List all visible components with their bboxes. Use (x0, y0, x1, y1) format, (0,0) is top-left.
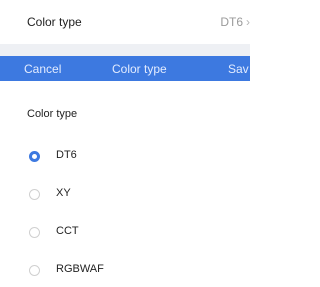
option-dt6[interactable]: DT6 (0, 143, 250, 173)
cancel-button[interactable]: Cancel (24, 62, 61, 76)
radio-unselected-icon[interactable] (29, 189, 40, 200)
section-separator (0, 44, 250, 56)
radio-selected-icon[interactable] (29, 151, 40, 162)
setting-label: Color type (27, 15, 82, 29)
color-type-setting-row[interactable]: Color type DT6 › (0, 0, 250, 44)
chevron-right-icon: › (246, 15, 250, 29)
save-button[interactable]: Sav (228, 62, 249, 76)
option-cct[interactable]: CCT (0, 219, 250, 249)
option-label: DT6 (56, 149, 77, 161)
picker-title: Color type (112, 62, 167, 76)
picker-toolbar: Cancel Color type Sav (0, 56, 250, 81)
option-rgbwaf[interactable]: RGBWAF (0, 257, 250, 287)
option-label: XY (56, 187, 71, 199)
option-label: RGBWAF (56, 263, 104, 275)
section-title: Color type (27, 108, 78, 120)
option-label: CCT (56, 225, 79, 237)
setting-value: DT6 › (220, 15, 250, 29)
radio-unselected-icon[interactable] (29, 265, 40, 276)
option-xy[interactable]: XY (0, 181, 250, 211)
radio-unselected-icon[interactable] (29, 227, 40, 238)
setting-value-text: DT6 (220, 15, 243, 29)
